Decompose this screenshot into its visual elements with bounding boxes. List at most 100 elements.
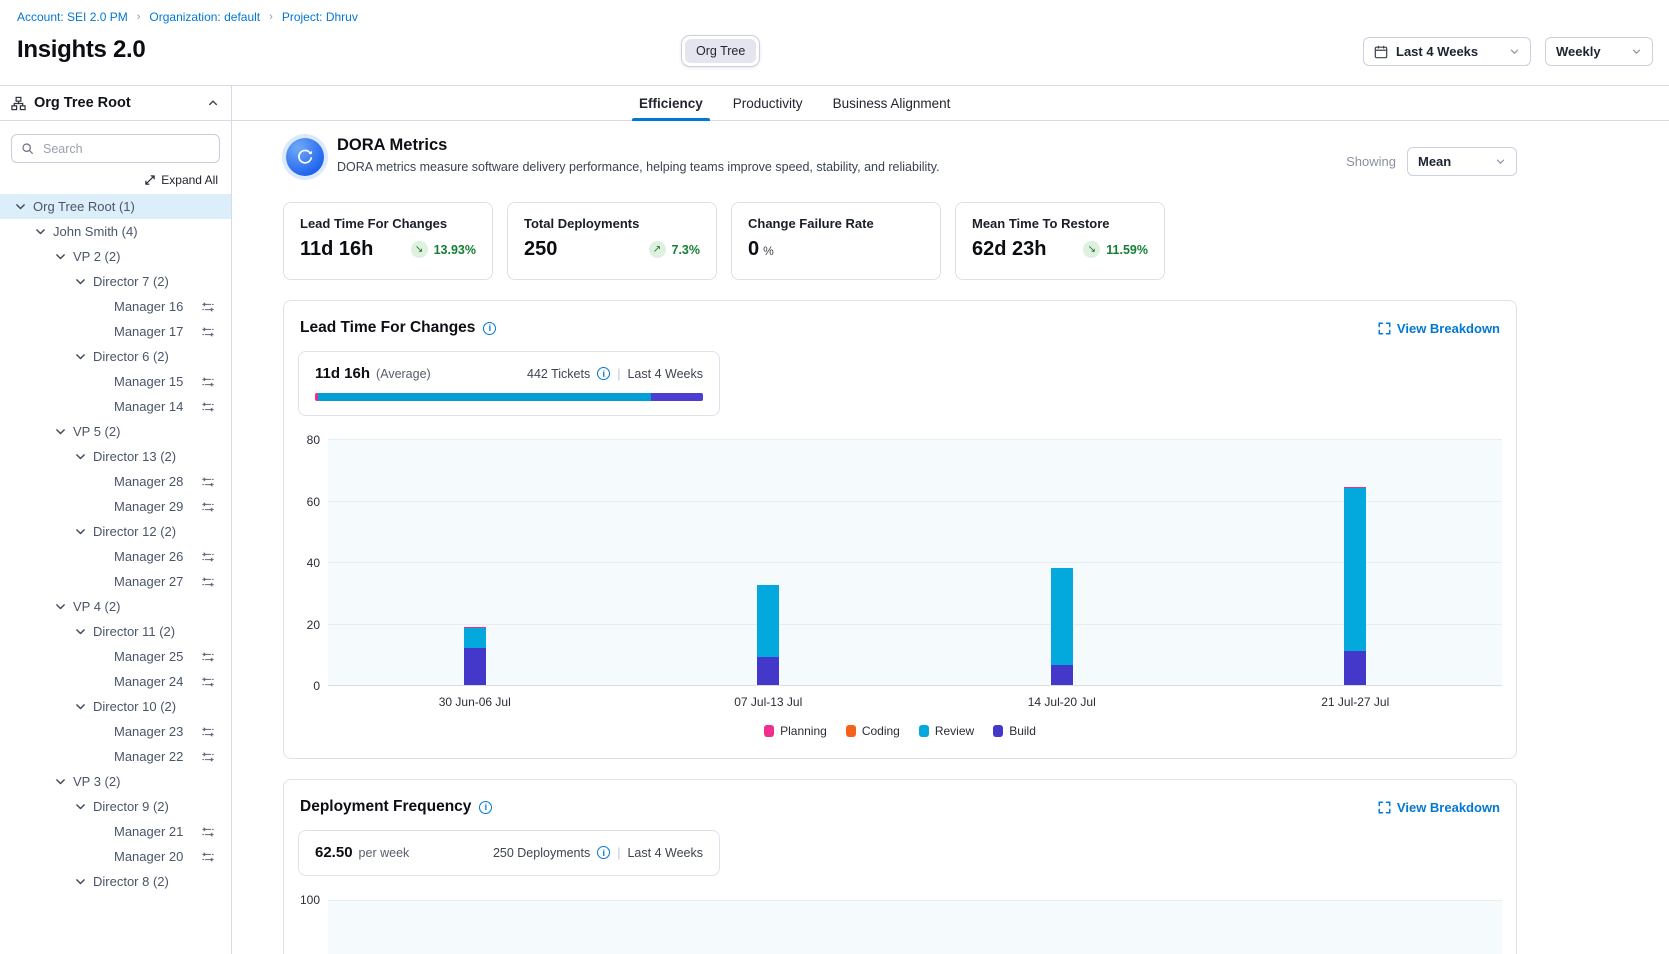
tree-item[interactable]: Manager 27 [0,569,231,594]
tree-item[interactable]: John Smith (4) [0,219,231,244]
tree-item[interactable]: Manager 28 [0,469,231,494]
tab-productivity[interactable]: Productivity [733,86,803,121]
legend-item-coding: Coding [846,724,900,738]
gridline [328,439,1502,440]
org-tree-toggle-label[interactable]: Org Tree [685,39,756,63]
chevron-down-icon[interactable] [74,800,87,813]
showing-value: Mean [1418,154,1487,169]
tree-item[interactable]: Org Tree Root (1) [0,194,231,219]
granularity-select[interactable]: Weekly [1545,37,1653,66]
breadcrumb-link[interactable]: Organization: default [149,10,260,24]
tree-item[interactable]: Director 10 (2) [0,694,231,719]
y-axis: 020406080 [298,440,328,686]
chevron-down-icon[interactable] [74,275,87,288]
tree-item[interactable]: VP 2 (2) [0,244,231,269]
filters-icon[interactable] [201,750,215,764]
tree-item[interactable]: Manager 24 [0,669,231,694]
filters-icon[interactable] [201,675,215,689]
info-icon[interactable] [479,801,492,814]
tree-item[interactable]: VP 3 (2) [0,769,231,794]
bar-07-Jul-13-Jul[interactable] [757,585,779,685]
tree-item[interactable]: Manager 29 [0,494,231,519]
tree-item[interactable]: VP 5 (2) [0,419,231,444]
tree-item-label: Manager 23 [114,724,183,739]
tree-item[interactable]: Director 11 (2) [0,619,231,644]
tree-item[interactable]: Manager 20 [0,844,231,869]
filters-icon[interactable] [201,550,215,564]
filters-icon[interactable] [201,850,215,864]
tree-item-label: Manager 29 [114,499,183,514]
filters-icon[interactable] [201,825,215,839]
tree-item[interactable]: Manager 25 [0,644,231,669]
tree-item[interactable]: Manager 23 [0,719,231,744]
expand-corners-icon [1378,322,1391,335]
chevron-down-icon[interactable] [54,250,67,263]
lead-time-view-breakdown-button[interactable]: View Breakdown [1378,321,1500,336]
chevron-down-icon[interactable] [14,200,27,213]
chevron-down-icon[interactable] [74,875,87,888]
bar-21-Jul-27-Jul[interactable] [1344,487,1366,685]
chevron-down-icon[interactable] [74,700,87,713]
tree-item[interactable]: Director 13 (2) [0,444,231,469]
org-tree-toggle-button[interactable]: Org Tree [681,35,760,67]
tree-item-label: Manager 20 [114,849,183,864]
info-icon[interactable] [597,367,610,380]
date-range-select[interactable]: Last 4 Weeks [1363,37,1531,66]
tree-item[interactable]: VP 4 (2) [0,594,231,619]
tree-item[interactable]: Manager 16 [0,294,231,319]
chevron-down-icon[interactable] [74,625,87,638]
filters-icon[interactable] [201,325,215,339]
chevron-down-icon[interactable] [74,350,87,363]
chevron-down-icon[interactable] [54,775,67,788]
tree-item-label: Manager 25 [114,649,183,664]
tree-item[interactable]: Director 9 (2) [0,794,231,819]
tree-item[interactable]: Manager 26 [0,544,231,569]
filters-icon[interactable] [201,500,215,514]
page-title: Insights 2.0 [17,36,145,64]
bar-14-Jul-20-Jul[interactable] [1051,568,1073,685]
filters-icon[interactable] [201,650,215,664]
tree-item[interactable]: Director 7 (2) [0,269,231,294]
chevron-down-icon[interactable] [74,450,87,463]
filters-icon[interactable] [201,400,215,414]
tab-efficiency[interactable]: Efficiency [639,86,703,121]
dora-section-title: DORA Metrics [337,136,940,155]
breadcrumb-link[interactable]: Account: SEI 2.0 PM [17,10,128,24]
filters-icon[interactable] [201,575,215,589]
tree-item[interactable]: Manager 15 [0,369,231,394]
legend-item-planning: Planning [764,724,827,738]
chevron-down-icon[interactable] [54,600,67,613]
filters-icon[interactable] [201,475,215,489]
deployment-view-breakdown-button[interactable]: View Breakdown [1378,800,1500,815]
metric-card-value-wrap: 250 [524,238,557,261]
tree-item[interactable]: Director 6 (2) [0,344,231,369]
tree-item[interactable]: Director 12 (2) [0,519,231,544]
showing-select[interactable]: Mean [1407,147,1517,176]
filters-icon[interactable] [201,300,215,314]
tree-item[interactable]: Manager 21 [0,819,231,844]
filters-icon[interactable] [201,375,215,389]
bar-30-Jun-06-Jul[interactable] [464,627,486,685]
tree-item-label: John Smith (4) [53,224,138,239]
chevron-down-icon[interactable] [34,225,47,238]
tree-item[interactable]: Manager 17 [0,319,231,344]
sidebar-collapse-button[interactable] [207,97,219,109]
breadcrumb-link[interactable]: Project: Dhruv [282,10,358,24]
chevron-down-icon[interactable] [54,425,67,438]
info-icon[interactable] [483,322,496,335]
bar-segment-review [1344,488,1366,651]
tree-item[interactable]: Manager 22 [0,744,231,769]
info-icon[interactable] [597,846,610,859]
legend-swatch [846,725,856,737]
chevron-down-icon[interactable] [74,525,87,538]
tab-business-alignment[interactable]: Business Alignment [833,86,951,121]
tree-search[interactable] [11,134,220,163]
tree-item[interactable]: Director 8 (2) [0,869,231,894]
tickets-count: 442 Tickets [527,367,590,381]
search-input[interactable] [41,141,210,157]
trend-percent: 7.3% [672,243,701,257]
filters-icon[interactable] [201,725,215,739]
y-axis-tick: 80 [307,433,320,447]
tree-item[interactable]: Manager 14 [0,394,231,419]
expand-all-button[interactable]: Expand All [13,173,218,187]
